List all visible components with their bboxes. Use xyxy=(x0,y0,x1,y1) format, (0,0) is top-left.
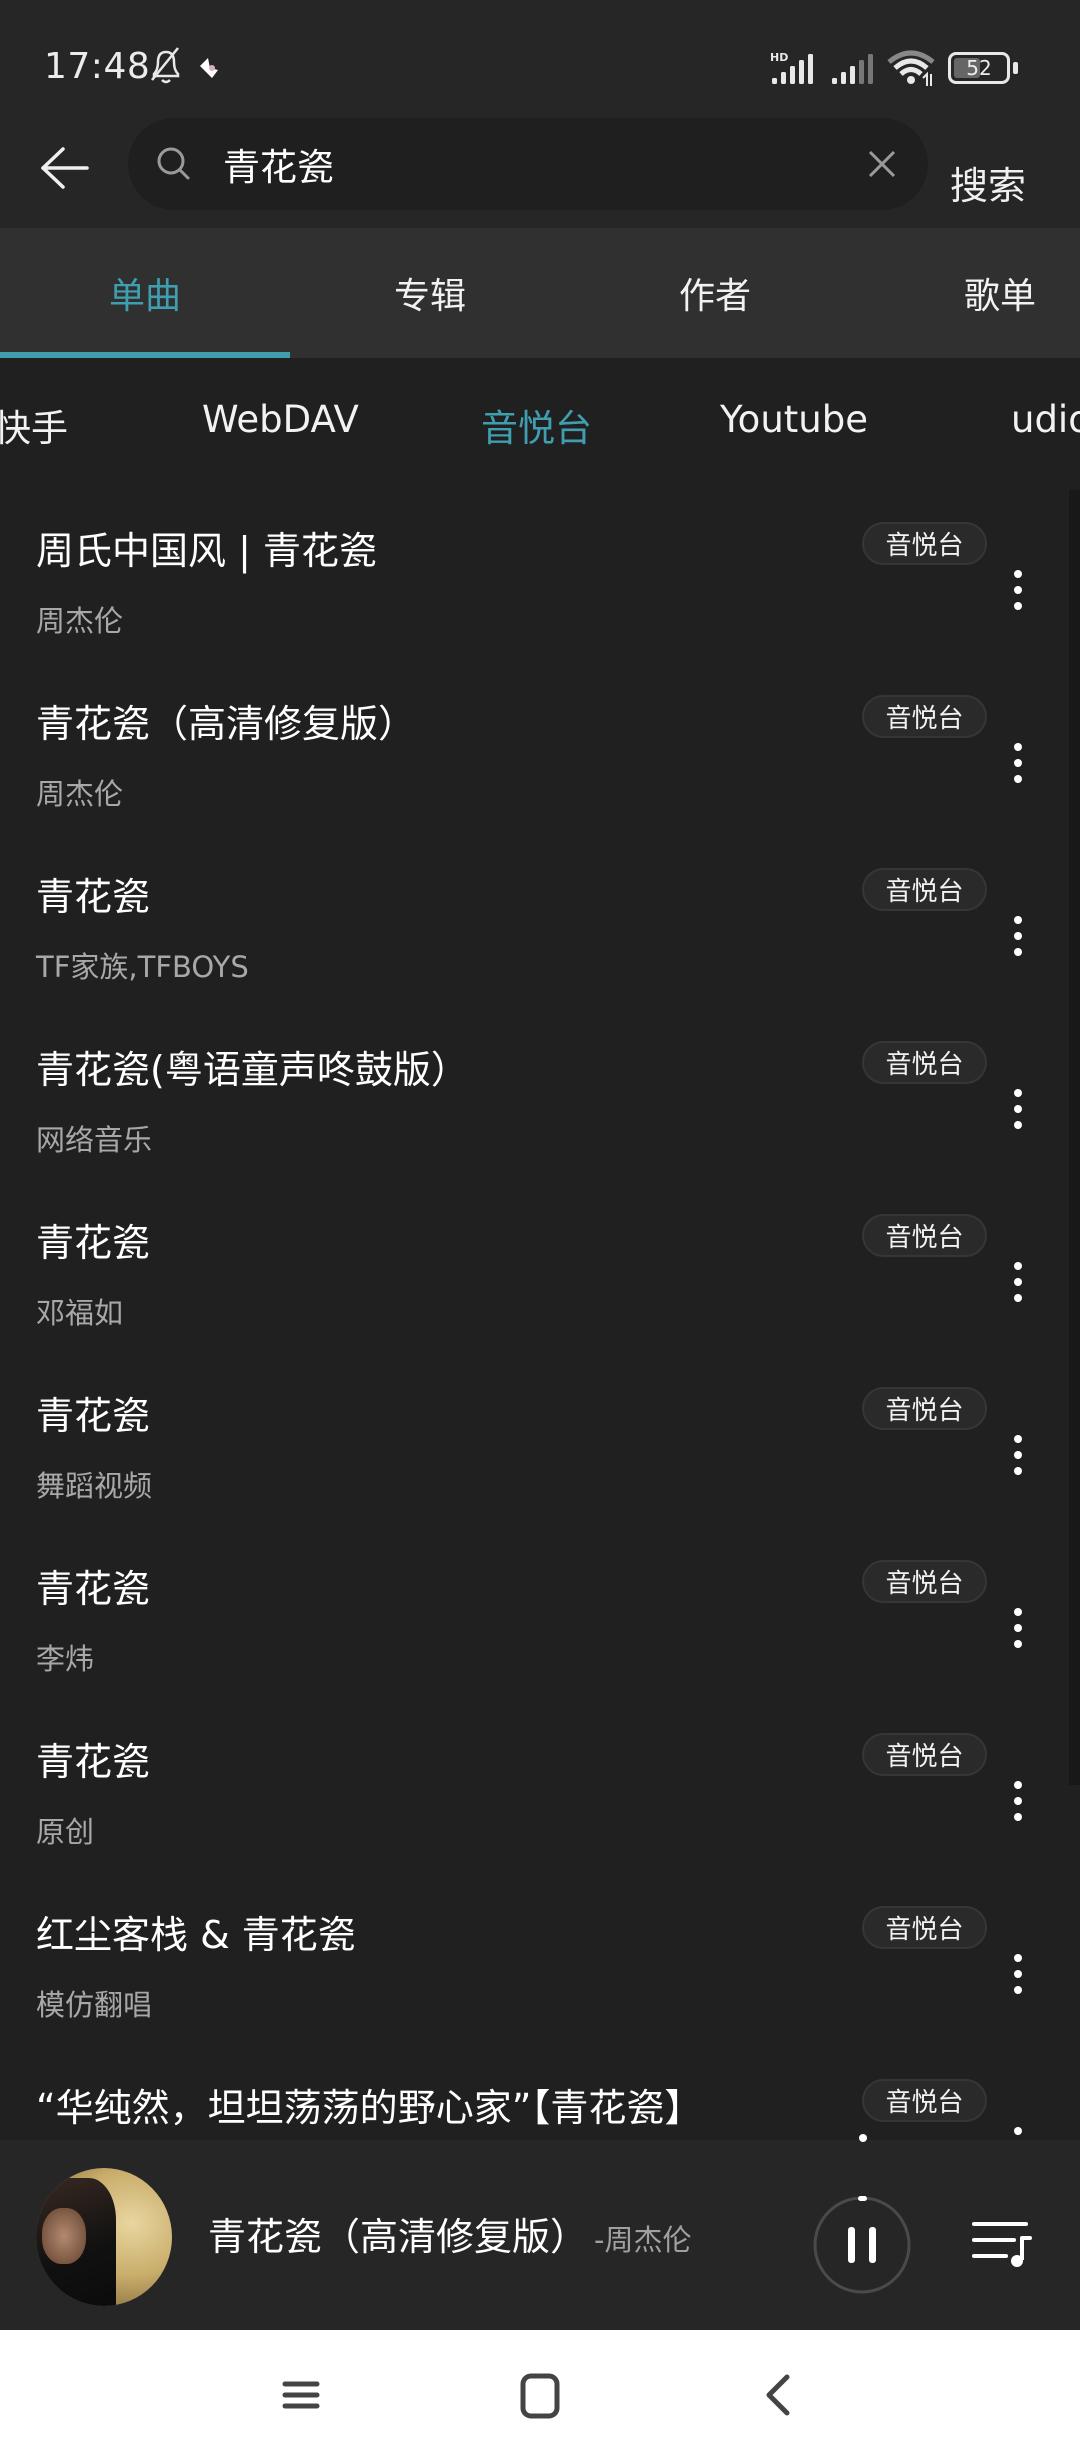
playlist-button[interactable] xyxy=(972,2218,1032,2268)
battery-icon: 52 xyxy=(948,52,1020,84)
song-row[interactable]: 青花瓷 邓福如 音悦台 xyxy=(0,1182,1068,1355)
now-playing-artist: -周杰伦 xyxy=(594,2223,692,2257)
song-artist: 模仿翻唱 xyxy=(36,1988,153,2022)
source-badge: 音悦台 xyxy=(862,1733,987,1776)
source-badge: 音悦台 xyxy=(862,1560,987,1603)
song-artist: TF家族,TFBOYS xyxy=(36,950,249,984)
song-title: 红尘客栈 & 青花瓷 xyxy=(36,1913,356,1957)
song-artist: 网络音乐 xyxy=(36,1123,153,1157)
song-row[interactable]: 红尘客栈 & 青花瓷 模仿翻唱 音悦台 xyxy=(0,1874,1068,2047)
source-kuaishou[interactable]: 快手 xyxy=(0,398,68,452)
song-list[interactable]: 周氏中国风 | 青花瓷 周杰伦 音悦台 青花瓷（高清修复版） 周杰伦 音悦台 青… xyxy=(0,490,1080,2140)
song-title: 青花瓷 xyxy=(36,1394,151,1438)
tab-single[interactable]: 单曲 xyxy=(0,228,290,358)
svg-text:HD: HD xyxy=(770,51,788,64)
back-icon[interactable] xyxy=(747,2365,807,2425)
more-options-icon[interactable] xyxy=(1000,1252,1036,1312)
source-webdav[interactable]: WebDAV xyxy=(202,398,359,441)
home-icon[interactable] xyxy=(510,2365,570,2425)
signal-icon xyxy=(832,54,873,84)
more-options-icon[interactable] xyxy=(1000,733,1036,793)
more-options-icon[interactable] xyxy=(1000,560,1036,620)
source-tabs: 快手 WebDAV 音悦台 Youtube udio xyxy=(0,358,1080,490)
more-options-icon[interactable] xyxy=(1000,906,1036,966)
source-youtube[interactable]: Youtube xyxy=(720,398,868,441)
source-badge: 音悦台 xyxy=(862,1214,987,1257)
search-button[interactable]: 搜索 xyxy=(950,155,1026,210)
tab-album[interactable]: 专辑 xyxy=(285,228,575,358)
tab-playlist[interactable]: 歌单 xyxy=(855,228,1080,358)
song-row[interactable]: 青花瓷（高清修复版） 周杰伦 音悦台 xyxy=(0,663,1068,836)
song-title: 青花瓷(粤语童声咚鼓版） xyxy=(36,1048,469,1092)
song-artist: 李炜 xyxy=(36,1642,95,1676)
more-options-icon[interactable] xyxy=(1000,1598,1036,1658)
status-time: 17:48 xyxy=(44,46,151,87)
more-options-icon[interactable] xyxy=(1000,1425,1036,1485)
source-yinyuetai[interactable]: 音悦台 xyxy=(481,398,592,452)
search-header: 搜索 xyxy=(0,115,1080,228)
song-row[interactable]: “华纯然，坦坦荡荡的野心家”【青花瓷】 音悦台 xyxy=(0,2047,1068,2140)
album-art[interactable] xyxy=(36,2168,172,2306)
playlist-queue-icon xyxy=(972,2222,1032,2267)
status-bar: 17:48 HD 52 xyxy=(0,0,1080,115)
search-icon xyxy=(157,147,190,180)
now-playing-song: 青花瓷（高清修复版） xyxy=(208,2215,589,2259)
search-box[interactable] xyxy=(128,118,928,210)
song-artist: 邓福如 xyxy=(36,1296,124,1330)
source-badge: 音悦台 xyxy=(862,695,987,738)
song-title: “华纯然，坦坦荡荡的野心家”【青花瓷】 xyxy=(36,2086,703,2130)
song-row[interactable]: 青花瓷 原创 音悦台 xyxy=(0,1701,1068,1874)
song-row[interactable]: 青花瓷 TF家族,TFBOYS 音悦台 xyxy=(0,836,1068,1009)
song-title: 青花瓷 xyxy=(36,1740,151,1784)
song-row[interactable]: 周氏中国风 | 青花瓷 周杰伦 音悦台 xyxy=(0,490,1068,663)
song-artist: 原创 xyxy=(36,1815,95,1849)
menu-icon[interactable] xyxy=(271,2365,331,2425)
search-input[interactable] xyxy=(223,134,823,194)
mini-player[interactable]: 青花瓷（高清修复版） -周杰伦 xyxy=(0,2134,1080,2330)
now-playing-title: 青花瓷（高清修复版） -周杰伦 xyxy=(208,2206,691,2261)
more-options-icon[interactable] xyxy=(1000,1771,1036,1831)
battery-percent: 52 xyxy=(966,56,992,80)
song-row[interactable]: 青花瓷 舞蹈视频 音悦台 xyxy=(0,1355,1068,1528)
wifi-icon xyxy=(887,50,935,86)
source-badge: 音悦台 xyxy=(862,868,987,911)
song-title: 青花瓷（高清修复版） xyxy=(36,702,417,746)
more-options-icon[interactable] xyxy=(1000,1944,1036,2004)
arrow-left-icon xyxy=(41,147,89,189)
progress-indicator xyxy=(859,2134,867,2142)
source-badge: 音悦台 xyxy=(862,2079,987,2122)
song-artist: 周杰伦 xyxy=(36,777,124,811)
source-badge: 音悦台 xyxy=(862,1906,987,1949)
app-notification-icon xyxy=(200,58,218,78)
system-navigation-bar xyxy=(0,2330,1080,2460)
song-row[interactable]: 青花瓷(粤语童声咚鼓版） 网络音乐 音悦台 xyxy=(0,1009,1068,1182)
category-tabs: 单曲 专辑 作者 歌单 xyxy=(0,228,1080,358)
song-title: 青花瓷 xyxy=(36,875,151,919)
more-options-icon[interactable] xyxy=(1000,2117,1036,2140)
close-icon[interactable] xyxy=(858,140,906,188)
bell-muted-icon xyxy=(151,47,180,84)
scrollbar-thumb[interactable] xyxy=(1069,490,1080,1785)
pause-icon xyxy=(813,2196,911,2294)
song-title: 青花瓷 xyxy=(36,1567,151,1611)
source-badge: 音悦台 xyxy=(862,522,987,565)
source-badge: 音悦台 xyxy=(862,1387,987,1430)
hd-signal-icon: HD xyxy=(770,51,813,84)
tab-artist[interactable]: 作者 xyxy=(570,228,860,358)
song-title: 周氏中国风 | 青花瓷 xyxy=(36,529,377,573)
song-title: 青花瓷 xyxy=(36,1221,151,1265)
source-audio[interactable]: udio xyxy=(1011,398,1080,441)
song-artist: 舞蹈视频 xyxy=(36,1469,153,1503)
back-button[interactable] xyxy=(30,133,100,203)
pause-button[interactable] xyxy=(812,2195,912,2295)
source-badge: 音悦台 xyxy=(862,1041,987,1084)
song-row[interactable]: 青花瓷 李炜 音悦台 xyxy=(0,1528,1068,1701)
song-artist: 周杰伦 xyxy=(36,604,124,638)
more-options-icon[interactable] xyxy=(1000,1079,1036,1139)
